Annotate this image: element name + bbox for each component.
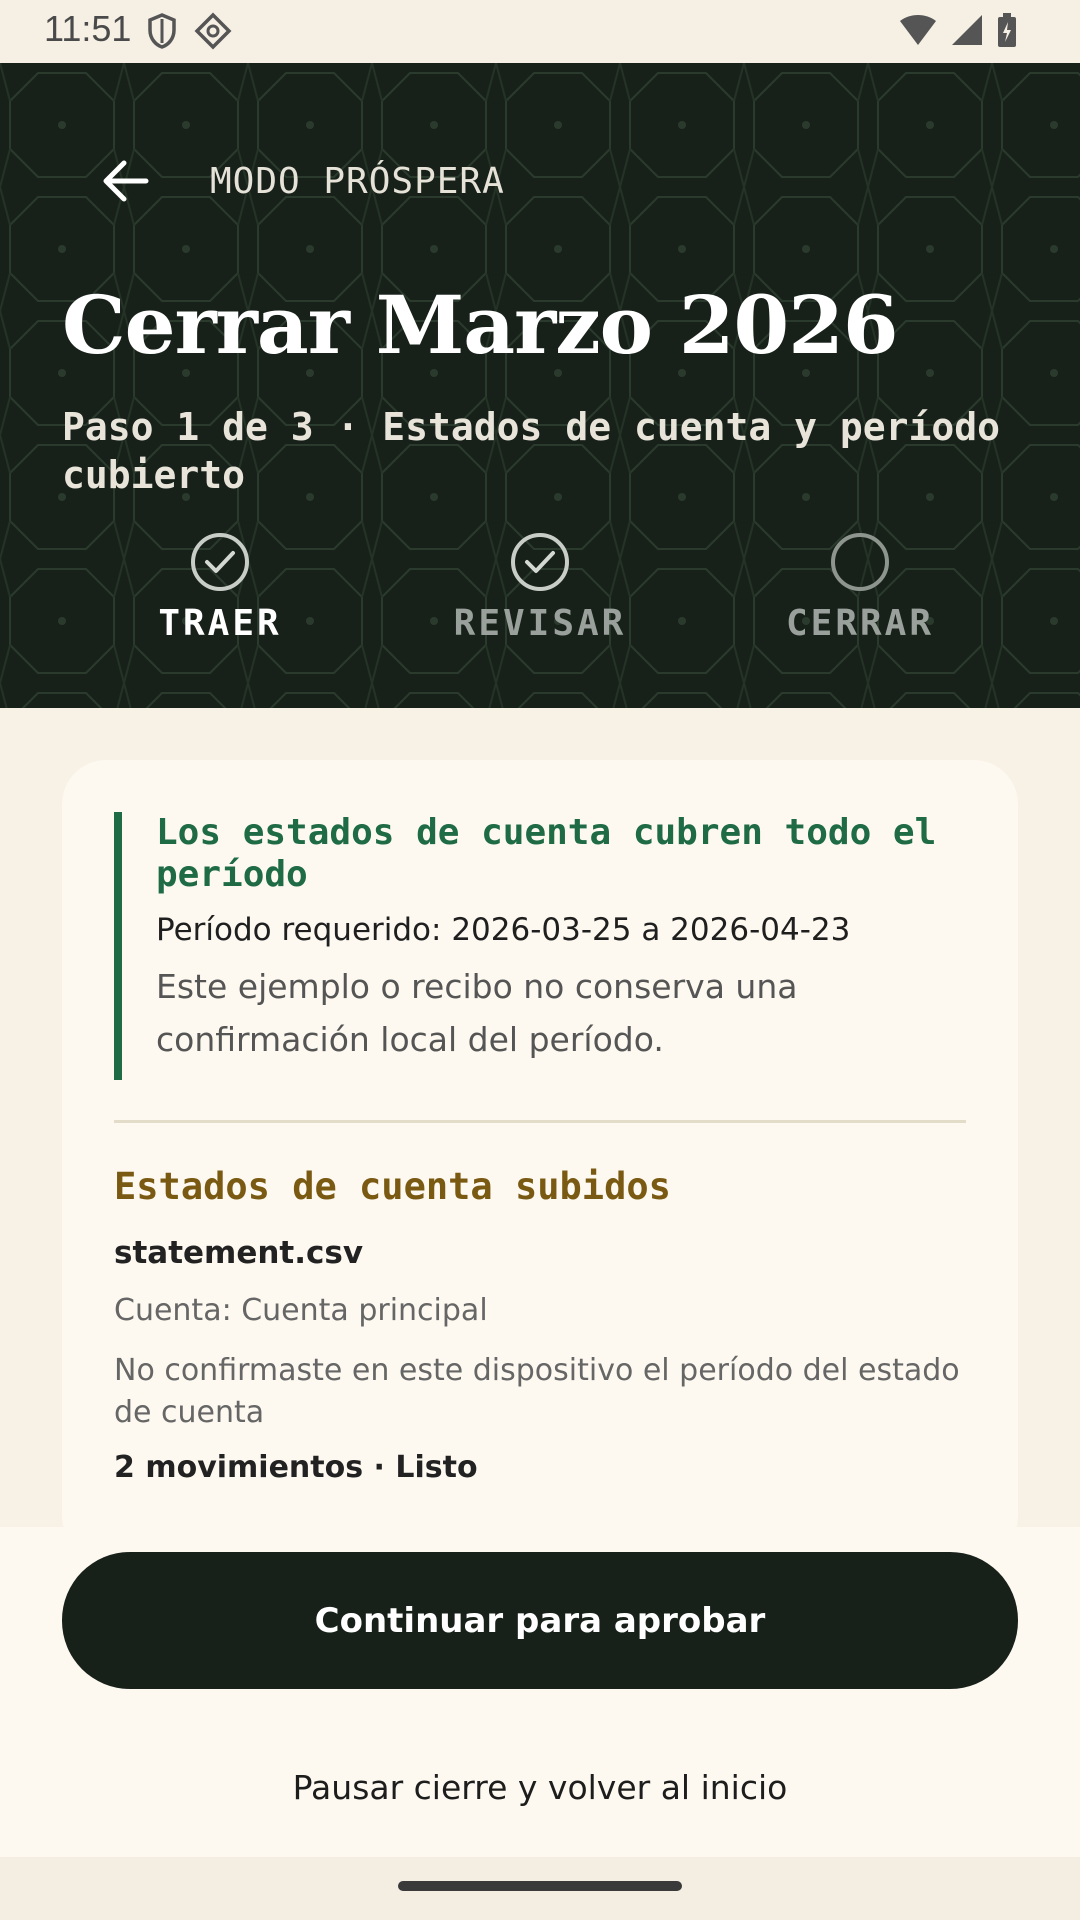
check-circle-icon <box>511 533 569 591</box>
file-name[interactable]: statement.csv <box>114 1235 363 1271</box>
file-summary: 2 movimientos · Listo <box>114 1450 478 1485</box>
shield-icon <box>146 12 178 54</box>
callout-note: Este ejemplo o recibo no conserva una co… <box>156 967 798 1059</box>
location-diamond-icon <box>194 12 232 54</box>
step-revisar[interactable]: REVISAR <box>410 533 670 644</box>
status-bar: 11:51 <box>0 0 1080 63</box>
system-nav-bar <box>0 1857 1080 1920</box>
continue-approve-button[interactable]: Continuar para aprobar <box>62 1552 1018 1689</box>
home-indicator[interactable] <box>398 1881 682 1891</box>
statements-card: Los estados de cuenta cubren todo el per… <box>62 760 1018 1560</box>
page-title: Cerrar Marzo 2026 <box>62 278 899 372</box>
coverage-callout: Los estados de cuenta cubren todo el per… <box>114 812 966 1080</box>
step-label: CERRAR <box>785 603 935 644</box>
step-traer[interactable]: TRAER <box>90 533 350 644</box>
section-title: Estados de cuenta subidos <box>114 1165 671 1208</box>
stepper: TRAER REVISAR CERRAR <box>0 533 1080 663</box>
file-note: No confirmaste en este dispositivo el pe… <box>114 1353 960 1430</box>
status-icons-right <box>898 12 1018 52</box>
battery-icon <box>996 12 1018 52</box>
step-label: TRAER <box>158 603 282 644</box>
wifi-icon <box>898 13 938 51</box>
arrow-left-icon <box>102 159 150 207</box>
step-cerrar[interactable]: CERRAR <box>730 533 990 644</box>
header: MODO PRÓSPERA Cerrar Marzo 2026 Paso 1 d… <box>0 63 1080 708</box>
divider <box>114 1120 966 1123</box>
callout-title: Los estados de cuenta cubren todo el per… <box>156 812 937 895</box>
pause-close-button[interactable]: Pausar cierre y volver al inicio <box>62 1737 1018 1837</box>
back-button[interactable] <box>96 153 156 213</box>
status-icons-left <box>146 12 232 54</box>
empty-circle-icon <box>831 533 889 591</box>
check-circle-icon <box>191 533 249 591</box>
step-label: REVISAR <box>453 603 627 644</box>
step-subtitle: Paso 1 de 3 · Estados de cuenta y períod… <box>62 405 1000 497</box>
bottom-action-panel: Continuar para aprobar Pausar cierre y v… <box>0 1527 1080 1857</box>
app-title: MODO PRÓSPERA <box>210 161 505 202</box>
status-time: 11:51 <box>44 8 132 49</box>
required-period: Período requerido: 2026-03-25 a 2026-04-… <box>156 912 851 948</box>
signal-icon <box>950 13 984 51</box>
file-account: Cuenta: Cuenta principal <box>114 1293 488 1328</box>
